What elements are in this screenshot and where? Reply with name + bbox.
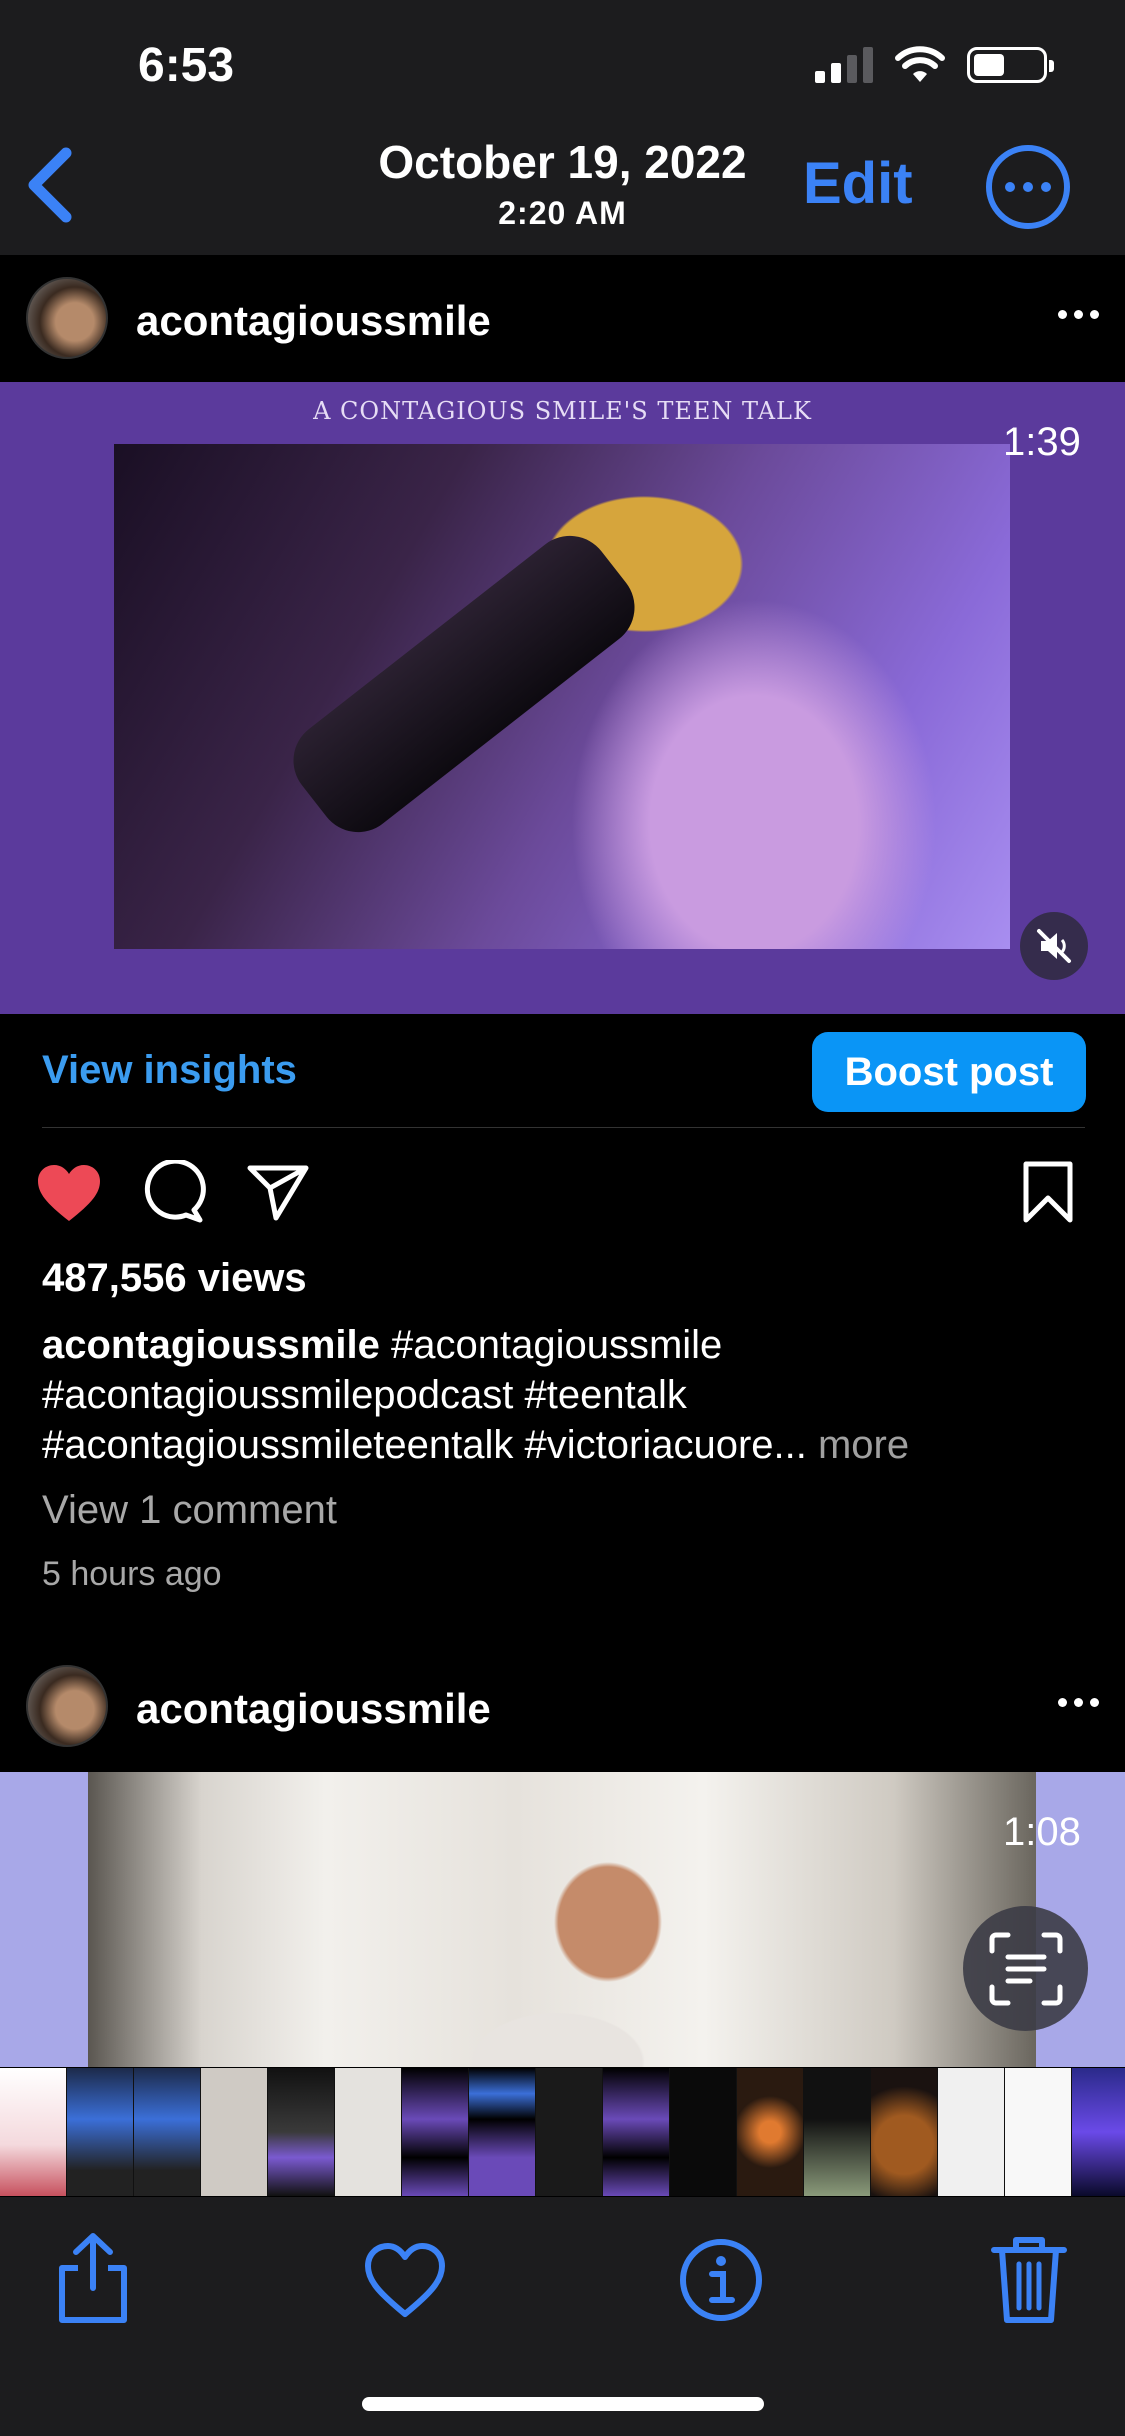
video-title-overlay: A CONTAGIOUS SMILE'S TEEN TALK <box>313 397 812 425</box>
post-more-icon[interactable] <box>1058 1698 1099 1707</box>
thumbnail[interactable] <box>268 2068 334 2196</box>
post-caption: acontagioussmile #acontagioussmile #acon… <box>42 1320 1092 1470</box>
thumbnail[interactable] <box>536 2068 602 2196</box>
thumbnail[interactable] <box>402 2068 468 2196</box>
thumbnail[interactable] <box>67 2068 133 2196</box>
thumbnail[interactable] <box>737 2068 803 2196</box>
video-duration: 1:39 <box>1003 420 1081 464</box>
status-icons <box>815 46 1054 84</box>
thumbnail[interactable] <box>804 2068 870 2196</box>
trash-icon[interactable] <box>984 2228 1074 2328</box>
thumbnail[interactable] <box>335 2068 401 2196</box>
status-time: 6:53 <box>138 39 235 92</box>
thumbnail[interactable] <box>469 2068 535 2196</box>
post-timestamp: 5 hours ago <box>42 1555 222 1593</box>
post-video[interactable]: A CONTAGIOUS SMILE'S TEEN TALK 1:39 <box>0 382 1125 1014</box>
video-duration: 1:08 <box>1003 1810 1081 1854</box>
more-options-icon[interactable] <box>986 145 1070 229</box>
home-indicator[interactable] <box>362 2397 764 2411</box>
post-username[interactable]: acontagioussmile <box>136 297 491 345</box>
microphone-image <box>114 444 1010 949</box>
thumbnail[interactable] <box>938 2068 1004 2196</box>
thumbnail[interactable] <box>603 2068 669 2196</box>
paper-plane-icon[interactable] <box>246 1162 310 1222</box>
thumbnail[interactable] <box>871 2068 937 2196</box>
thumbnail[interactable] <box>201 2068 267 2196</box>
edit-button[interactable]: Edit <box>803 150 913 217</box>
divider <box>42 1127 1085 1128</box>
battery-icon <box>967 47 1054 83</box>
wifi-icon <box>895 46 945 82</box>
avatar[interactable] <box>26 277 108 359</box>
view-insights-link[interactable]: View insights <box>42 1048 297 1093</box>
views-count: 487,556 views <box>42 1256 307 1300</box>
live-text-icon[interactable] <box>963 1906 1088 2031</box>
post-video[interactable]: 1:08 <box>0 1772 1125 2067</box>
post-header: acontagioussmile <box>0 1643 1125 1768</box>
post-username[interactable]: acontagioussmile <box>136 1685 491 1733</box>
info-icon[interactable] <box>676 2228 766 2328</box>
comment-icon[interactable] <box>142 1160 206 1224</box>
bookmark-icon[interactable] <box>1022 1160 1074 1224</box>
thumbnail[interactable] <box>670 2068 736 2196</box>
photo-date: October 19, 2022 <box>378 136 747 188</box>
avatar[interactable] <box>26 1665 108 1747</box>
boost-post-button[interactable]: Boost post <box>812 1032 1086 1112</box>
caption-more-link[interactable]: more <box>807 1423 909 1467</box>
thumbnail[interactable] <box>1072 2068 1125 2196</box>
mother-baby-image <box>88 1772 1036 2067</box>
thumbnail-strip[interactable] <box>0 2068 1125 2196</box>
post-header: acontagioussmile <box>0 255 1125 380</box>
view-comments-link[interactable]: View 1 comment <box>42 1488 337 1533</box>
share-icon[interactable] <box>48 2228 138 2328</box>
cellular-signal-icon <box>815 47 873 83</box>
heart-outline-icon[interactable] <box>360 2228 450 2328</box>
photo-time: 2:20 AM <box>498 195 627 231</box>
post-more-icon[interactable] <box>1058 310 1099 319</box>
thumbnail[interactable] <box>134 2068 200 2196</box>
caption-username[interactable]: acontagioussmile <box>42 1323 380 1367</box>
speaker-muted-icon[interactable] <box>1020 912 1088 980</box>
thumbnail[interactable] <box>0 2068 66 2196</box>
heart-filled-icon[interactable] <box>36 1163 102 1223</box>
thumbnail[interactable] <box>1005 2068 1071 2196</box>
